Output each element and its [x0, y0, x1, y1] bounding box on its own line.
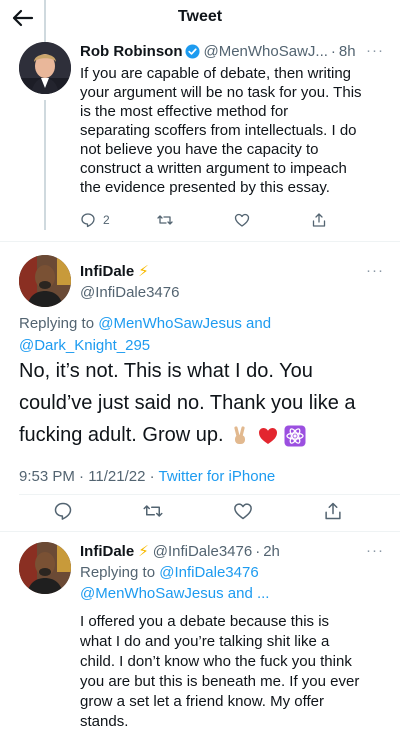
page-title: Tweet	[177, 8, 223, 25]
tweet3-text: I offered you a debate because this is w…	[80, 612, 395, 732]
text-line: your argument will be no task for you. T…	[80, 84, 362, 101]
text-line: child. I don’t know who the fuck you thi…	[80, 653, 352, 670]
source-link[interactable]: Twitter for iPhone	[159, 468, 276, 485]
text-line: construct a written argument to impeach	[80, 160, 347, 177]
tweet2-meta: 9:53 PM · 11/21/22 · Twitter for iPhone	[19, 468, 275, 485]
victory-hand-emoji-icon	[234, 426, 246, 444]
timestamp: 9:53 PM · 11/21/22 ·	[19, 468, 159, 485]
share-button[interactable]	[323, 501, 343, 521]
tweet1-author-row: Rob Robinson @MenWhoSawJ... · 8h	[80, 43, 356, 60]
author-name[interactable]: InfiDale	[80, 263, 134, 280]
lightning-badge-icon: ⚡	[138, 263, 149, 280]
share-icon	[325, 502, 341, 520]
text-line: the evidence presented by this essay.	[80, 179, 330, 196]
top-bar: Tweet	[0, 0, 400, 36]
divider	[0, 531, 400, 532]
retweet-button[interactable]	[143, 501, 163, 521]
mention-link[interactable]: @Dark_Knight_295	[19, 337, 150, 354]
text-line: No, it’s not. This is what I do. You	[19, 360, 313, 382]
text-line: grow a set let a friend know. My offer	[80, 693, 325, 710]
mention-link[interactable]: @MenWhoSawJesus	[98, 315, 242, 332]
thread-line	[44, 100, 46, 230]
like-button[interactable]	[233, 501, 253, 521]
divider	[19, 494, 400, 495]
share-icon	[312, 213, 326, 227]
like-button[interactable]	[234, 212, 311, 228]
text-line: If you are capable of debate, then writi…	[80, 65, 352, 82]
avatar-infidale[interactable]	[19, 255, 71, 307]
tweet2-author-name-row: InfiDale ⚡	[80, 262, 153, 281]
more-options-icon[interactable]: ···	[366, 262, 384, 279]
text-line: separating scoffers from intellectuals. …	[80, 122, 357, 139]
replying-label: Replying to	[19, 315, 99, 332]
tweet1-actions: 2	[80, 212, 340, 228]
tweet-time[interactable]: 8h	[339, 43, 356, 60]
author-name[interactable]: Rob Robinson	[80, 43, 182, 60]
author-handle[interactable]: @InfiDale3476	[153, 543, 252, 560]
retweet-icon	[157, 215, 173, 225]
retweet-icon	[143, 505, 163, 517]
reply-count: 2	[103, 213, 110, 227]
share-button[interactable]	[311, 212, 327, 228]
atom-symbol-emoji-icon	[284, 425, 306, 447]
dot-separator: ·	[330, 43, 336, 60]
reply-button[interactable]: 2	[80, 212, 157, 228]
tweet3-author-row: InfiDale ⚡ @InfiDale3476 · 2h	[80, 542, 280, 561]
tweet2-handle-row: @InfiDale3476	[80, 284, 179, 301]
lightning-badge-icon: ⚡	[138, 543, 149, 560]
text-line: not believe you have the capacity to	[80, 141, 319, 158]
heart-icon	[234, 503, 252, 520]
dot-separator: ·	[255, 542, 261, 560]
avatar-rob-robinson[interactable]	[19, 42, 71, 94]
more-options-icon[interactable]: ···	[366, 542, 384, 559]
replying-label: Replying to	[80, 564, 160, 581]
and-link[interactable]: and	[242, 315, 271, 332]
text-line: I offered you a debate because this is	[80, 613, 330, 630]
avatar-infidale[interactable]	[19, 542, 71, 594]
tweet-time[interactable]: 2h	[263, 543, 280, 560]
author-name[interactable]: InfiDale	[80, 543, 134, 560]
red-heart-emoji-icon	[258, 427, 277, 444]
mention-link[interactable]: @InfiDale3476	[159, 564, 258, 581]
author-handle[interactable]: @MenWhoSawJ...	[203, 43, 327, 60]
text-line: is the most effective method for	[80, 103, 289, 120]
mention-link[interactable]: @MenWhoSawJesus and ...	[80, 585, 269, 602]
tweet2-actions	[0, 497, 400, 529]
thread-line-top	[44, 0, 46, 42]
retweet-button[interactable]	[157, 212, 234, 228]
text-line: could’ve just said no. Thank you like a	[19, 392, 356, 414]
text-line: you are but this is beneath me. If you e…	[80, 673, 360, 690]
replying-to: Replying to @InfiDale3476 @MenWhoSawJesu…	[80, 562, 390, 604]
text-line: stands.	[80, 713, 129, 730]
more-options-icon[interactable]: ···	[366, 42, 384, 59]
replying-to: Replying to @MenWhoSawJesus and @Dark_Kn…	[19, 313, 389, 357]
reply-icon	[54, 502, 72, 520]
text-line: fucking adult. Grow up.	[19, 424, 224, 446]
heart-icon	[234, 213, 250, 227]
divider	[0, 241, 400, 242]
verified-badge-icon	[185, 44, 201, 59]
reply-icon	[81, 213, 95, 228]
tweet2-text: No, it’s not. This is what I do. You cou…	[19, 355, 389, 451]
reply-button[interactable]	[53, 501, 73, 521]
author-handle[interactable]: @InfiDale3476	[80, 284, 179, 301]
text-line: what I do and you’re talking shit like a	[80, 633, 330, 650]
tweet1-text: If you are capable of debate, then writi…	[80, 64, 390, 197]
